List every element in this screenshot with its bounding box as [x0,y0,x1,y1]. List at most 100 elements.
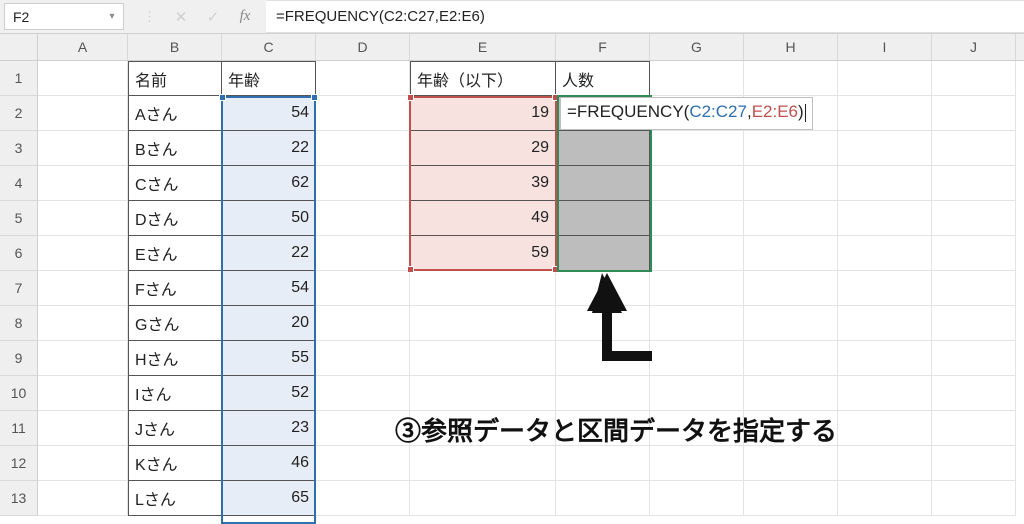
cell[interactable] [650,201,744,236]
cell[interactable] [744,446,838,481]
cell[interactable]: 62 [222,166,316,201]
cell[interactable] [838,271,932,306]
cell[interactable]: 23 [222,411,316,446]
col-header[interactable]: J [932,34,1016,60]
cell[interactable] [932,166,1016,201]
formula-input[interactable]: =FREQUENCY(C2:C27,E2:E6) [266,0,1024,33]
cell[interactable] [556,481,650,516]
cell[interactable] [38,446,128,481]
cell[interactable]: 39 [410,166,556,201]
cell[interactable] [932,201,1016,236]
cell[interactable]: 49 [410,201,556,236]
row-header[interactable]: 5 [0,201,38,236]
cell[interactable] [556,201,650,236]
cell[interactable] [316,376,410,411]
cell[interactable] [316,131,410,166]
row-header[interactable]: 9 [0,341,38,376]
cell[interactable] [744,61,838,96]
cell[interactable] [838,341,932,376]
cell[interactable]: 29 [410,131,556,166]
cell[interactable] [556,131,650,166]
row-header[interactable]: 8 [0,306,38,341]
cell[interactable] [316,236,410,271]
cell[interactable] [316,271,410,306]
chevron-down-icon[interactable]: ▾ [105,4,119,29]
cell[interactable] [316,166,410,201]
cell[interactable]: 人数 [556,61,650,96]
cell[interactable]: Hさん [128,341,222,376]
cell[interactable]: Iさん [128,376,222,411]
cell[interactable] [316,61,410,96]
row-header[interactable]: 12 [0,446,38,481]
cell[interactable]: 22 [222,236,316,271]
cell[interactable] [38,61,128,96]
cell[interactable] [410,446,556,481]
cell[interactable] [316,306,410,341]
col-header[interactable]: A [38,34,128,60]
cell[interactable] [38,96,128,131]
cell[interactable]: Kさん [128,446,222,481]
cell[interactable]: Gさん [128,306,222,341]
col-header[interactable]: H [744,34,838,60]
cell[interactable]: 年齢（以下） [410,61,556,96]
cell[interactable]: 50 [222,201,316,236]
cell[interactable] [744,271,838,306]
cell[interactable] [556,446,650,481]
cell[interactable]: Jさん [128,411,222,446]
col-header[interactable]: E [410,34,556,60]
in-cell-formula[interactable]: =FREQUENCY(C2:C27,E2:E6) [560,97,813,130]
cell[interactable]: Bさん [128,131,222,166]
cell[interactable] [38,376,128,411]
cell[interactable] [744,236,838,271]
cell[interactable] [316,341,410,376]
cell[interactable] [316,201,410,236]
cell[interactable] [38,411,128,446]
cell[interactable] [316,446,410,481]
select-all-corner[interactable] [0,34,38,60]
cell[interactable] [838,481,932,516]
cell[interactable] [38,306,128,341]
cancel-icon[interactable]: ✕ [170,6,192,28]
cell[interactable] [744,166,838,201]
row-header[interactable]: 1 [0,61,38,96]
row-header[interactable]: 13 [0,481,38,516]
cell[interactable] [410,271,556,306]
cell[interactable]: 55 [222,341,316,376]
cell[interactable] [650,481,744,516]
cell[interactable] [410,376,556,411]
cell[interactable] [932,61,1016,96]
cell[interactable] [38,131,128,166]
cell[interactable]: 59 [410,236,556,271]
row-header[interactable]: 6 [0,236,38,271]
row-header[interactable]: 11 [0,411,38,446]
cell[interactable] [838,201,932,236]
cell[interactable] [38,341,128,376]
cell[interactable]: Fさん [128,271,222,306]
col-header[interactable]: F [556,34,650,60]
cell[interactable] [838,376,932,411]
cell[interactable] [744,131,838,166]
cell[interactable] [38,481,128,516]
cell[interactable] [744,201,838,236]
row-header[interactable]: 3 [0,131,38,166]
cell[interactable] [932,481,1016,516]
cell[interactable] [744,341,838,376]
cell[interactable] [410,341,556,376]
cell[interactable] [556,236,650,271]
cell[interactable]: 年齢 [222,61,316,96]
cell[interactable] [650,446,744,481]
cell[interactable] [744,481,838,516]
cell[interactable] [316,481,410,516]
cell[interactable] [38,271,128,306]
cell[interactable]: 65 [222,481,316,516]
cell[interactable] [932,341,1016,376]
cell[interactable] [650,236,744,271]
row-header[interactable]: 2 [0,96,38,131]
cell[interactable] [316,96,410,131]
cell[interactable] [932,131,1016,166]
cell[interactable] [650,376,744,411]
cell[interactable]: 22 [222,131,316,166]
spreadsheet-grid[interactable]: 1 名前 年齢 年齢（以下） 人数 2 Aさん 54 19 3 Bさん 22 2… [0,61,1024,516]
row-header[interactable]: 4 [0,166,38,201]
cell[interactable] [650,61,744,96]
